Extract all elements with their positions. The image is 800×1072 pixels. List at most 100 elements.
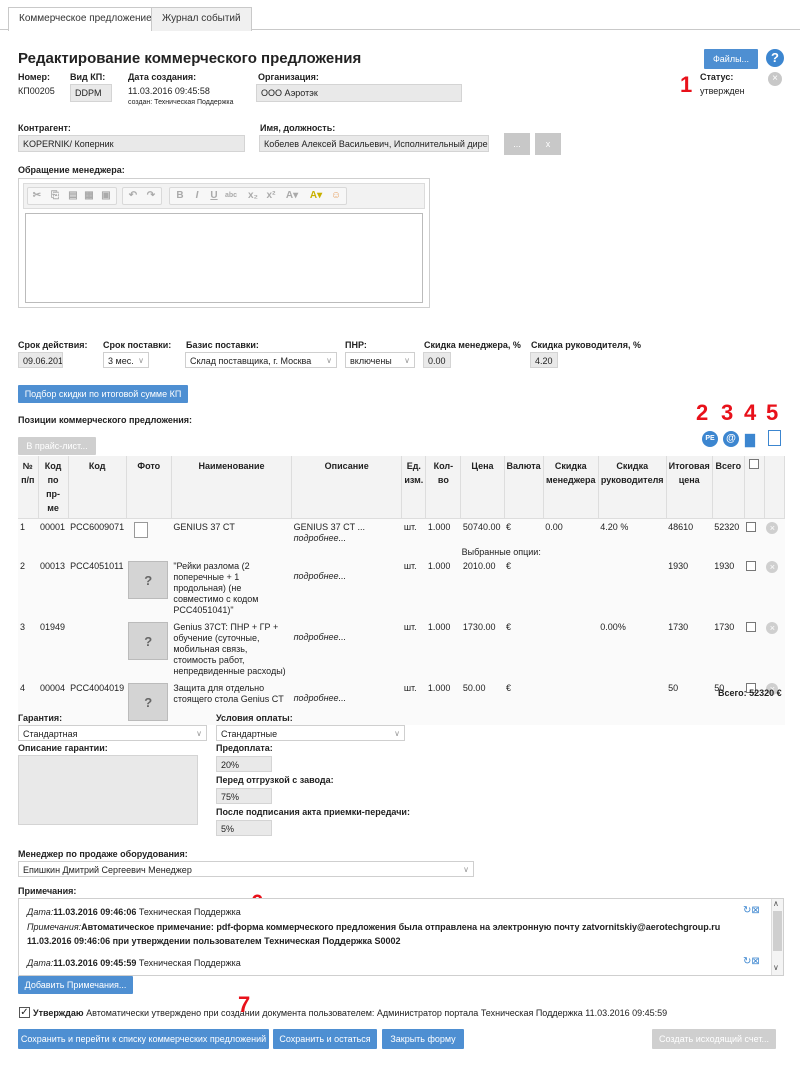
edit-note-icon[interactable]: ↻⊠ bbox=[743, 956, 760, 967]
row-checkbox[interactable] bbox=[746, 561, 757, 571]
photo-placeholder[interactable]: ? bbox=[128, 561, 169, 599]
select-person-button[interactable]: ... bbox=[504, 133, 530, 155]
tab-event-log[interactable]: Журнал событий bbox=[151, 7, 252, 31]
create-invoice-button[interactable]: Создать исходящий счет... bbox=[652, 1029, 776, 1049]
email-icon[interactable]: @ bbox=[723, 431, 739, 447]
status-value: утвержден bbox=[700, 86, 745, 96]
row-checkbox[interactable] bbox=[746, 522, 757, 532]
cut-icon[interactable]: ✂ bbox=[30, 189, 44, 203]
more-link[interactable]: подробнее... bbox=[294, 533, 400, 544]
editor-toolbar: ✂ ⎘ ▤ ▦ ▣ ↶ ↷ B I U abc x₂ x² A▾ A▾ ☺ bbox=[23, 183, 425, 209]
more-link[interactable]: подробнее... bbox=[294, 632, 400, 643]
copy-icon[interactable]: ⎘ bbox=[48, 189, 62, 203]
undo-icon[interactable]: ↶ bbox=[126, 189, 140, 203]
delete-icon[interactable]: × bbox=[766, 622, 779, 634]
row-checkbox[interactable] bbox=[746, 622, 757, 632]
mgr-disc-label: Скидка менеджера, % bbox=[424, 340, 521, 350]
paste-text-icon[interactable]: ▦ bbox=[82, 189, 96, 203]
marker-1: 1 bbox=[680, 72, 693, 97]
tab-commercial-offer[interactable]: Коммерческое предложение bbox=[8, 7, 163, 31]
chevron-down-icon: ∨ bbox=[463, 865, 469, 874]
paste-icon[interactable]: ▤ bbox=[66, 189, 80, 203]
warranty-desc-field[interactable] bbox=[18, 755, 198, 825]
before-label: Перед отгрузкой с завода: bbox=[216, 775, 334, 785]
basis-select[interactable]: Склад поставщика, г. Москва ∨ bbox=[185, 352, 337, 368]
document-icon[interactable] bbox=[134, 522, 149, 538]
close-form-button[interactable]: Закрыть форму bbox=[382, 1029, 464, 1049]
save-and-stay-button[interactable]: Сохранить и остаться bbox=[273, 1029, 377, 1049]
print-icon[interactable]: ▇ bbox=[745, 432, 755, 448]
table-row: 1 00001 PCC6009071 GENIUS 37 CT GENIUS 3… bbox=[18, 518, 785, 547]
col-name: Наименование bbox=[171, 456, 293, 519]
add-note-button[interactable]: Добавить Примечания... bbox=[18, 976, 133, 994]
editor-text-area[interactable] bbox=[25, 213, 423, 303]
scroll-up-icon[interactable]: ∧ bbox=[773, 899, 779, 908]
pnr-select[interactable]: включены ∨ bbox=[345, 352, 415, 368]
pe-icon[interactable]: PE bbox=[702, 431, 718, 447]
underline-icon[interactable]: U bbox=[207, 189, 221, 203]
clear-person-button[interactable]: x bbox=[535, 133, 561, 155]
select-all-checkbox[interactable] bbox=[749, 459, 760, 469]
notes-label: Примечания: bbox=[18, 886, 77, 896]
chevron-down-icon: ∨ bbox=[326, 356, 332, 365]
payment-label: Условия оплаты: bbox=[216, 713, 293, 723]
col-num: № п/п bbox=[18, 456, 39, 519]
after-field[interactable]: 5% bbox=[216, 820, 272, 836]
contractor-field: KOPERNIK/ Коперник bbox=[18, 135, 245, 152]
person-label: Имя, должность: bbox=[260, 123, 336, 133]
files-button[interactable]: Файлы... bbox=[704, 49, 758, 69]
more-link[interactable]: подробнее... bbox=[294, 571, 400, 582]
col-select-all bbox=[744, 456, 765, 519]
save-and-go-button[interactable]: Сохранить и перейти к списку коммерчески… bbox=[18, 1029, 269, 1049]
note-header: Дата:11.03.2016 09:45:59 Техническая Под… bbox=[27, 958, 241, 968]
bg-color-icon[interactable]: A▾ bbox=[306, 189, 326, 203]
approve-checkbox[interactable]: ✓ bbox=[19, 1007, 30, 1018]
photo-placeholder[interactable]: ? bbox=[128, 622, 169, 660]
discount-button[interactable]: Подбор скидки по итоговой сумме КП bbox=[18, 385, 188, 403]
head-disc-field[interactable]: 4.20 bbox=[530, 352, 558, 368]
edit-note-icon[interactable]: ↻⊠ bbox=[743, 905, 760, 916]
scroll-thumb[interactable] bbox=[773, 911, 782, 951]
strike-icon[interactable]: abc bbox=[224, 189, 238, 203]
warranty-select[interactable]: Стандартная ∨ bbox=[18, 725, 207, 741]
marker-2: 2 bbox=[696, 400, 709, 425]
redo-icon[interactable]: ↷ bbox=[144, 189, 158, 203]
pricelist-button[interactable]: В прайс-лист... bbox=[18, 437, 96, 455]
note-body-line2: 11.03.2016 09:46:06 при утверждении поль… bbox=[27, 936, 401, 946]
prepay-label: Предоплата: bbox=[216, 743, 273, 753]
font-color-icon[interactable]: A▾ bbox=[282, 189, 302, 203]
close-icon[interactable]: × bbox=[768, 72, 782, 86]
org-label: Организация: bbox=[258, 72, 319, 82]
help-icon[interactable]: ? bbox=[766, 49, 784, 67]
paste-word-icon[interactable]: ▣ bbox=[99, 189, 113, 203]
col-photo: Фото bbox=[126, 456, 172, 519]
payment-select[interactable]: Стандартные ∨ bbox=[216, 725, 405, 741]
col-total: Всего bbox=[712, 456, 745, 519]
pnr-label: ПНР: bbox=[345, 340, 367, 350]
manager-select[interactable]: Епишкин Дмитрий Сергеевич Менеджер ∨ bbox=[18, 861, 474, 877]
smiley-icon[interactable]: ☺ bbox=[329, 189, 343, 203]
delete-icon[interactable]: × bbox=[766, 561, 779, 573]
scroll-down-icon[interactable]: ∨ bbox=[773, 963, 779, 972]
delete-icon[interactable]: × bbox=[766, 522, 779, 534]
positions-total: Всего: 52320 € bbox=[718, 688, 782, 698]
chevron-down-icon: ∨ bbox=[404, 356, 410, 365]
superscript-icon[interactable]: x² bbox=[264, 189, 278, 203]
before-field[interactable]: 75% bbox=[216, 788, 272, 804]
options-label: Выбранные опции: bbox=[18, 547, 785, 558]
prepay-field[interactable]: 20% bbox=[216, 756, 272, 772]
validity-field[interactable]: 09.06.2016 bbox=[18, 352, 63, 368]
photo-placeholder[interactable]: ? bbox=[128, 683, 169, 721]
pdf-icon[interactable] bbox=[768, 430, 781, 446]
col-mgr-disc: Скидка менеджера bbox=[543, 456, 599, 519]
more-link[interactable]: подробнее... bbox=[294, 693, 400, 704]
col-code1: Код по пр-ме bbox=[38, 456, 69, 519]
mgr-disc-field[interactable]: 0.00 bbox=[423, 352, 451, 368]
notes-scrollbar[interactable]: ∧ ∨ bbox=[771, 899, 783, 975]
delivery-select[interactable]: 3 мес. ∨ bbox=[103, 352, 149, 368]
head-disc-label: Скидка руководителя, % bbox=[531, 340, 641, 350]
italic-icon[interactable]: I bbox=[190, 189, 204, 203]
kp-type-field: DDPM bbox=[70, 84, 112, 102]
bold-icon[interactable]: B bbox=[173, 189, 187, 203]
subscript-icon[interactable]: x₂ bbox=[246, 189, 260, 203]
